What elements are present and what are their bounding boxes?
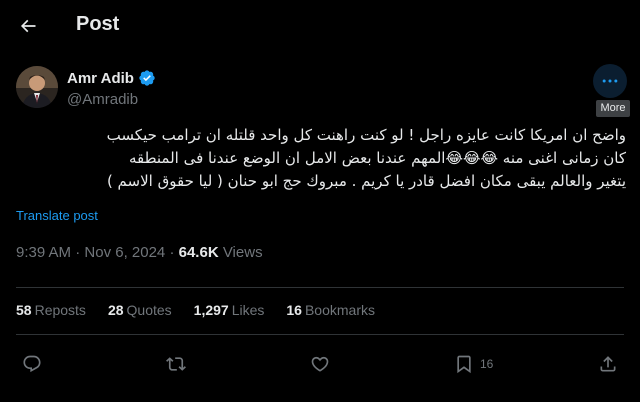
- header-bar: Post: [0, 0, 640, 52]
- quotes-label: Quotes: [126, 302, 172, 318]
- tweet-text: واضح ان امريكا كانت عايزه راجل ! لو كنت …: [16, 124, 626, 193]
- repost-icon: [166, 357, 186, 371]
- tweet-line: واضح ان امريكا كانت عايزه راجل ! لو كنت …: [106, 126, 626, 144]
- author-handle[interactable]: @Amradib: [67, 91, 138, 108]
- share-icon: [600, 356, 616, 372]
- more-dots-icon: [602, 79, 618, 83]
- bookmarks-label: Bookmarks: [304, 302, 375, 318]
- share-button[interactable]: [598, 350, 618, 378]
- heart-icon: [311, 356, 329, 372]
- reposts-stat[interactable]: 58 Reposts: [16, 302, 86, 318]
- likes-count: 1,297: [193, 302, 229, 318]
- more-button[interactable]: [593, 64, 627, 98]
- meta-separator: ·: [169, 244, 175, 261]
- back-button[interactable]: [14, 12, 42, 40]
- author-name-text: Amr Adib: [67, 69, 134, 87]
- reposts-label: Reposts: [34, 302, 86, 318]
- verified-badge-icon: [139, 70, 155, 86]
- likes-stat[interactable]: 1,297 Likes: [194, 302, 265, 318]
- page-title: Post: [76, 13, 120, 35]
- post-date[interactable]: Nov 6, 2024: [84, 244, 165, 261]
- divider: [16, 287, 624, 288]
- bookmarks-stat[interactable]: 16 Bookmarks: [286, 302, 375, 318]
- tweet-line: كان زمانى اغنى منه 😂😂😂المهم عندنا بعض ال…: [128, 149, 626, 167]
- post-time[interactable]: 9:39 AM: [16, 244, 71, 261]
- bookmark-icon: [457, 355, 471, 374]
- divider: [16, 334, 624, 335]
- likes-label: Likes: [231, 302, 265, 318]
- action-bar: 16: [0, 350, 640, 380]
- reposts-count: 58: [16, 302, 32, 318]
- tweet-line: يتغير والعالم يبقى مكان افضل قادر يا كري…: [106, 172, 626, 190]
- views-count: 64.6K: [178, 244, 219, 261]
- engagement-stats: 58 Reposts 28 Quotes 1,297 Likes 16 Bookmark…: [16, 302, 375, 318]
- like-button[interactable]: [310, 350, 330, 378]
- more-tooltip: More: [596, 100, 630, 117]
- arrow-left-icon: [20, 19, 36, 33]
- views-label: Views: [222, 244, 263, 261]
- avatar-image: [16, 66, 58, 108]
- author-name[interactable]: Amr Adib: [67, 69, 156, 87]
- quotes-stat[interactable]: 28 Quotes: [108, 302, 172, 318]
- repost-button[interactable]: [166, 350, 186, 378]
- reply-icon: [23, 355, 41, 373]
- avatar[interactable]: [16, 66, 58, 108]
- meta-separator: ·: [75, 244, 81, 261]
- bookmark-button[interactable]: 16: [454, 350, 493, 378]
- post-meta: 9:39 AM · Nov 6, 2024 · 64.6K Views: [16, 244, 263, 261]
- quotes-count: 28: [107, 302, 124, 318]
- bookmark-count: 16: [480, 357, 494, 371]
- reply-button[interactable]: [22, 350, 42, 378]
- translate-post-link[interactable]: Translate post: [16, 208, 98, 223]
- bookmarks-count: 16: [286, 302, 302, 318]
